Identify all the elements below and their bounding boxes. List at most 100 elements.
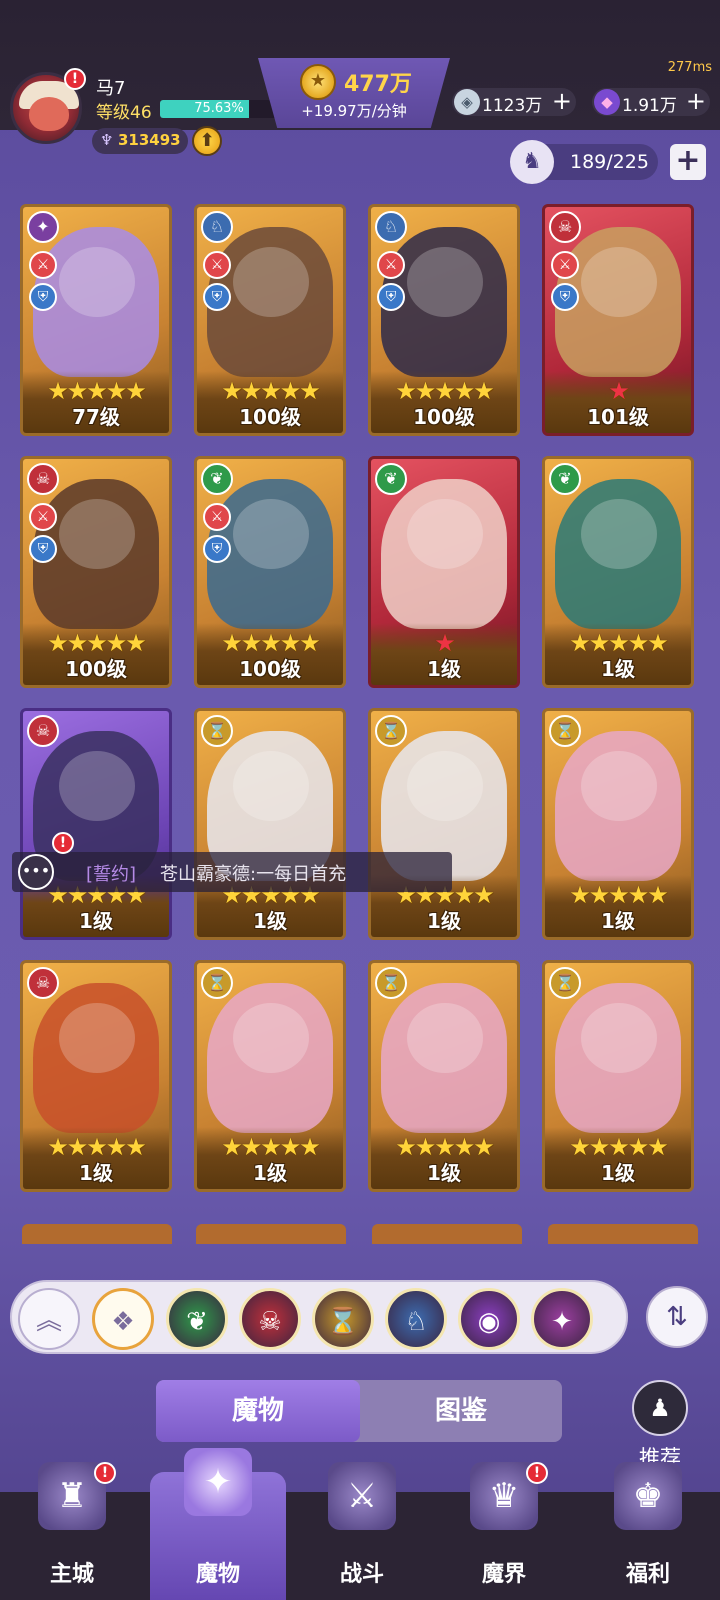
card-level: 100级 <box>239 657 301 681</box>
add-gem-1-button[interactable]: + <box>552 88 572 114</box>
monster-card[interactable]: ⌛ ★★★★★ 1级 <box>542 960 694 1192</box>
monster-card[interactable]: ☠ ★★★★★ 1级 <box>20 708 172 940</box>
sword-shield-icon: ⚔ <box>328 1462 396 1530</box>
defense-role-icon: ⛨ <box>29 535 57 563</box>
monster-portrait-highlight <box>59 499 135 569</box>
demon-icon: ☠ <box>27 463 59 495</box>
monster-card[interactable]: ☠ ⚔ ⛨ ★★★★★ 100级 <box>20 456 172 688</box>
defense-role-icon: ⛨ <box>203 535 231 563</box>
avatar-face <box>29 97 69 131</box>
recommend-icon[interactable]: ♟ <box>632 1380 688 1436</box>
filter-dragon-icon[interactable]: ♘ <box>385 1288 447 1350</box>
trident-icon: ♆ <box>100 131 114 149</box>
monster-card[interactable]: ❦ ⚔ ⛨ ★★★★★ 100级 <box>194 456 346 688</box>
demon-icon: ☠ <box>27 967 59 999</box>
gold-panel[interactable]: ★ 477万 +19.97万/分钟 <box>258 58 450 128</box>
monster-portrait-highlight <box>581 1003 657 1073</box>
crystal-gem-icon: ◆ <box>594 89 620 115</box>
expand-slots-button[interactable]: + <box>670 144 706 180</box>
monster-card[interactable]: ✦ ⚔ ⛨ ★★★★★ 77级 <box>20 204 172 436</box>
monster-card[interactable]: ☠ ⚔ ⛨ ★ 101级 <box>542 204 694 436</box>
nav-demon-realm[interactable]: ♛! 魔界 <box>432 1462 576 1600</box>
card-level: 100级 <box>413 405 475 429</box>
star-rating: ★★★★★ <box>197 631 343 655</box>
attack-role-icon: ⚔ <box>377 251 405 279</box>
gold-coin-icon: ★ <box>300 64 336 100</box>
filter-demon-icon[interactable]: ☠ <box>239 1288 301 1350</box>
nav-alert-badge: ! <box>526 1462 548 1484</box>
monster-portrait-highlight <box>233 1003 309 1073</box>
attack-role-icon: ⚔ <box>29 503 57 531</box>
hourglass-icon: ⌛ <box>375 967 407 999</box>
monster-card[interactable]: ⌛ ★★★★★ 1级 <box>368 708 520 940</box>
partial-card <box>372 1224 522 1244</box>
card-level: 1级 <box>253 1161 287 1185</box>
monster-portrait-highlight <box>407 499 483 569</box>
star-rating: ★★★★★ <box>197 1135 343 1159</box>
monster-card[interactable]: ⌛ ★★★★★ 1级 <box>368 960 520 1192</box>
monster-portrait-highlight <box>59 1003 135 1073</box>
card-level: 1级 <box>427 909 461 933</box>
nav-treasure-chest[interactable]: ♚ 福利 <box>576 1462 720 1600</box>
resource-gem-1[interactable]: ◈ 1123万 + <box>452 88 576 116</box>
nav-label: 魔物 <box>195 1562 240 1587</box>
filter-all-icon[interactable]: ❖ <box>92 1288 154 1350</box>
gem-2-value: 1.91万 <box>622 96 677 116</box>
monster-card[interactable]: ♘ ⚔ ⛨ ★★★★★ 100级 <box>194 204 346 436</box>
star-rating: ★★★★★ <box>23 379 169 403</box>
card-level: 1级 <box>427 657 461 681</box>
resource-gem-2[interactable]: ◆ 1.91万 + <box>592 88 710 116</box>
add-gem-2-button[interactable]: + <box>686 88 706 114</box>
monster-card[interactable]: ♘ ⚔ ⛨ ★★★★★ 100级 <box>368 204 520 436</box>
defense-role-icon: ⛨ <box>377 283 405 311</box>
star-rating: ★★★★★ <box>545 631 691 655</box>
card-level: 1级 <box>601 657 635 681</box>
treasure-chest-icon: ♚ <box>614 1462 682 1530</box>
monster-portrait-highlight <box>407 751 483 821</box>
partial-card <box>548 1224 698 1244</box>
monster-card[interactable]: ⌛ ★★★★★ 1级 <box>194 960 346 1192</box>
filter-eye-icon[interactable]: ◉ <box>458 1288 520 1350</box>
filter-vortex-icon[interactable]: ✦ <box>531 1288 593 1350</box>
star-rating: ★★★★★ <box>371 1135 517 1159</box>
attack-role-icon: ⚔ <box>29 251 57 279</box>
hourglass-icon: ⌛ <box>201 967 233 999</box>
star-rating: ★★★★★ <box>197 379 343 403</box>
monster-flame-icon: ✦ <box>184 1448 252 1516</box>
monster-portrait-highlight <box>581 751 657 821</box>
card-level: 100级 <box>65 657 127 681</box>
sort-button[interactable]: ⇅ <box>646 1286 708 1348</box>
monster-portrait-highlight <box>59 247 135 317</box>
nav-monster-flame[interactable]: ✦ 魔物 <box>146 1448 290 1600</box>
nav-label: 福利 <box>625 1562 670 1587</box>
monster-card[interactable]: ❦ ★ 1级 <box>368 456 520 688</box>
partial-card <box>22 1224 172 1244</box>
player-level: 等级46 <box>96 103 152 123</box>
monster-card[interactable]: ❦ ★★★★★ 1级 <box>542 456 694 688</box>
chat-ticker[interactable]: ••• ! [誓约] 苍山霸豪德:一每日首充 <box>12 832 452 892</box>
gold-amount: 477万 <box>344 72 412 97</box>
gem-1-value: 1123万 <box>482 96 543 116</box>
dragon-icon: ♘ <box>201 211 233 243</box>
monster-card-grid: ✦ ⚔ ⛨ ★★★★★ 77级 ♘ ⚔ ⛨ ★★★★★ 100级 ♘ ⚔ ⛨ ★★★★★ 100级 ☠ ⚔ ⛨ ★ 1… <box>20 204 700 1244</box>
star-rating: ★ <box>371 631 517 655</box>
monster-card[interactable]: ⌛ ★★★★★ 1级 <box>194 708 346 940</box>
nav-castle[interactable]: ♜! 主城 <box>0 1462 144 1600</box>
nav-sword-shield[interactable]: ⚔ 战斗 <box>290 1462 434 1600</box>
filter-leaf-icon[interactable]: ❦ <box>166 1288 228 1350</box>
demon-icon: ☠ <box>27 715 59 747</box>
combat-power-value: 313493 <box>118 131 181 149</box>
monster-card[interactable]: ☠ ★★★★★ 1级 <box>20 960 172 1192</box>
attack-role-icon: ⚔ <box>203 251 231 279</box>
tab-codex[interactable]: 图鉴 <box>360 1380 562 1442</box>
chat-bubble-icon[interactable]: ••• <box>18 854 54 890</box>
collapse-filter-button[interactable]: ︽ <box>18 1288 80 1350</box>
monster-card[interactable]: ⌛ ★★★★★ 1级 <box>542 708 694 940</box>
card-level: 1级 <box>601 1161 635 1185</box>
monster-portrait-highlight <box>407 1003 483 1073</box>
tab-monsters[interactable]: 魔物 <box>156 1380 360 1442</box>
attack-role-icon: ⚔ <box>203 503 231 531</box>
filter-hourglass-icon[interactable]: ⌛ <box>312 1288 374 1350</box>
power-up-button[interactable]: ⬆ <box>192 126 222 156</box>
star-rating: ★★★★★ <box>545 883 691 907</box>
